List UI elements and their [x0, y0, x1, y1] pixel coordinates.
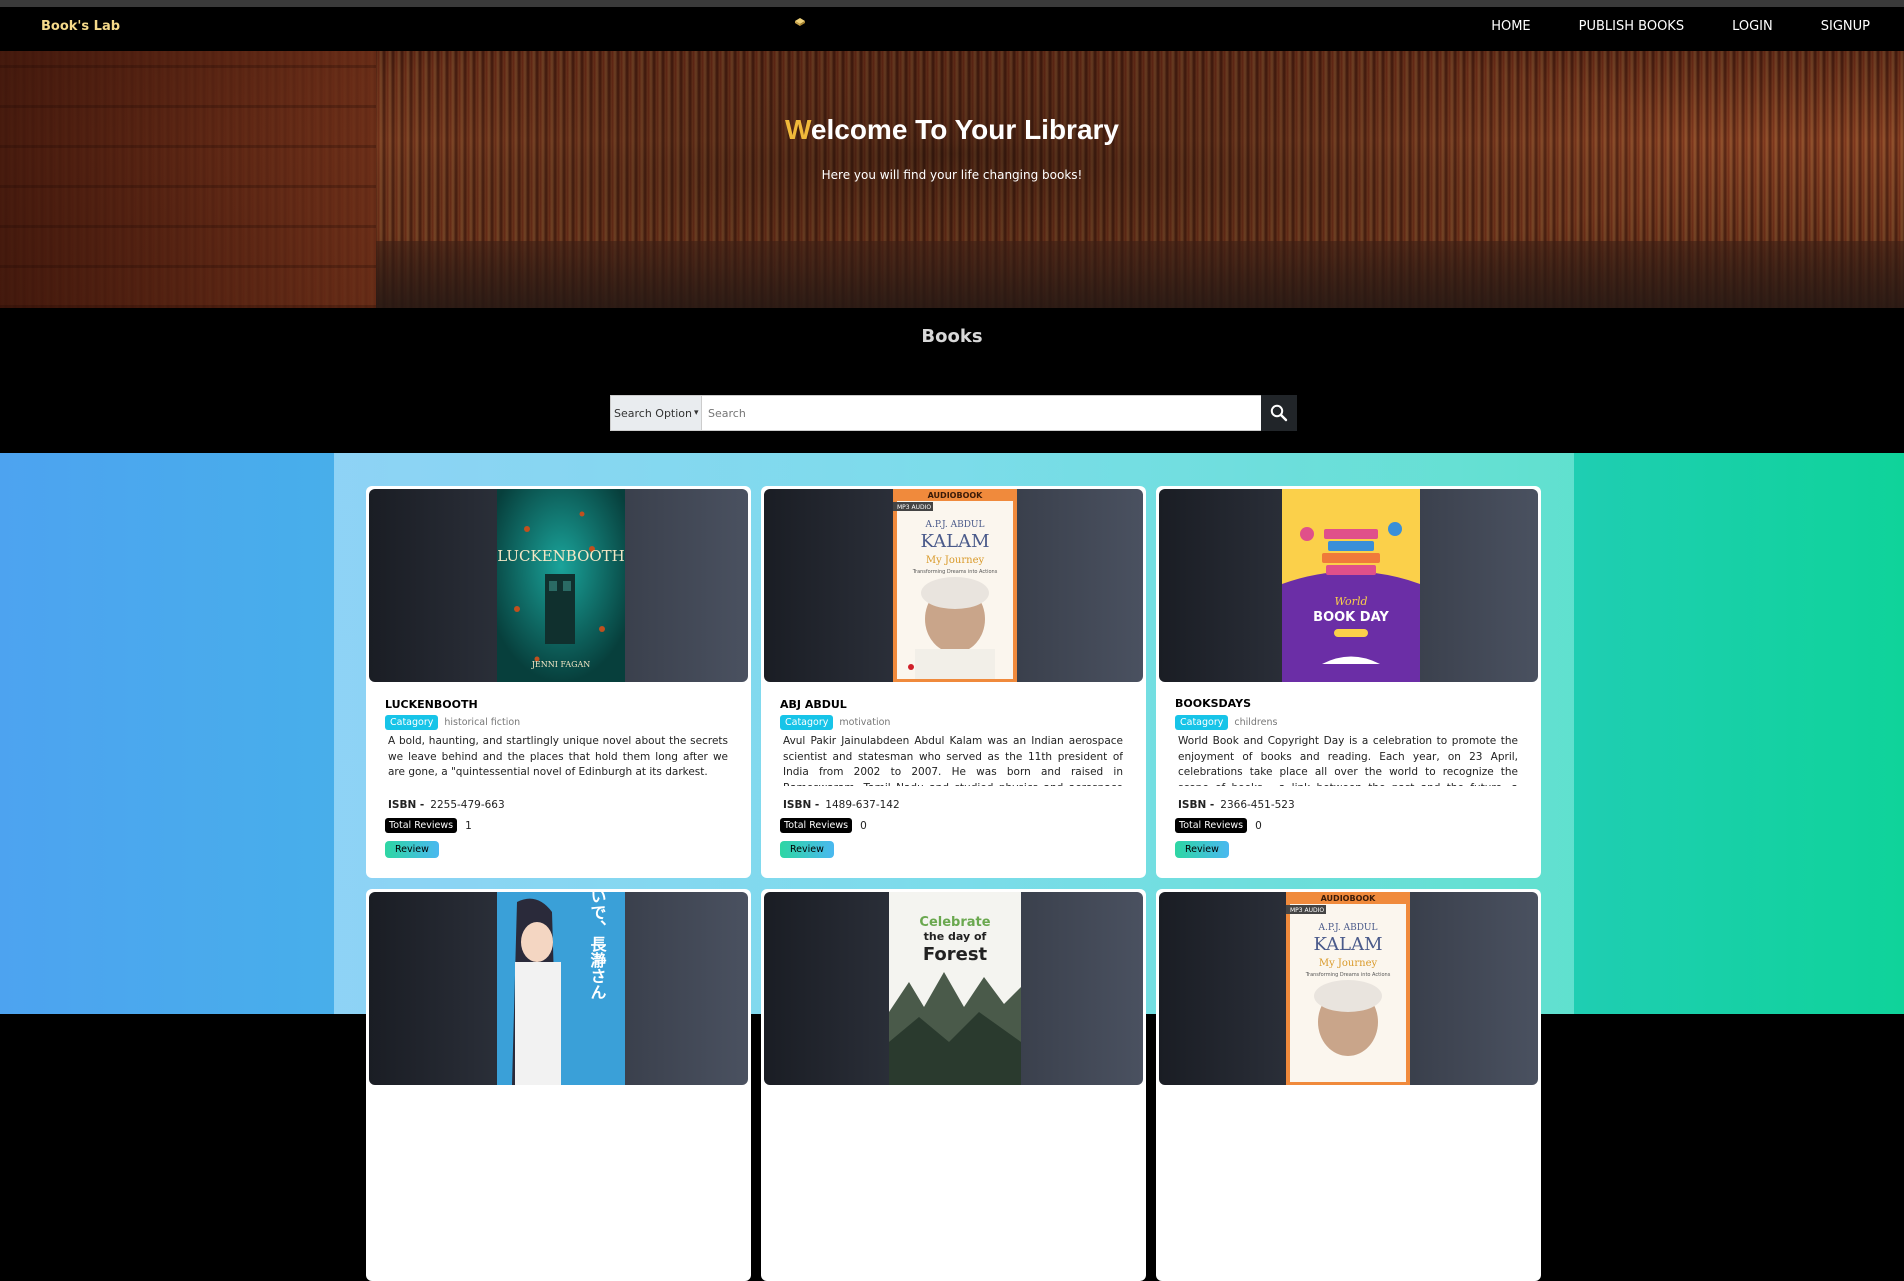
- category-badge: Catagory: [1175, 715, 1229, 730]
- book-card: AUDIOBOOK MP3 AUDIO A.P.J. ABDUL KALAM M…: [761, 486, 1146, 878]
- book-description: World Book and Copyright Day is a celebr…: [1178, 735, 1518, 786]
- category-value: historical fiction: [444, 717, 521, 728]
- isbn-row: ISBN - 2366-451-523: [1178, 799, 1295, 811]
- cover-title: LUCKENBOOTH: [497, 547, 625, 565]
- total-reviews-badge: Total Reviews: [385, 818, 458, 833]
- cover-title: My Journey: [926, 555, 985, 566]
- total-reviews-count: 0: [860, 819, 867, 832]
- hero-title-rest: elcome To Your Library: [810, 114, 1119, 145]
- hero-title: Welcome To Your Library: [0, 114, 1904, 146]
- cover-subtitle: Transforming Dreams into Actions: [912, 569, 998, 575]
- cover-line1: World: [1335, 595, 1368, 608]
- total-reviews-count: 0: [1255, 819, 1262, 832]
- cover-name: KALAM: [920, 531, 989, 552]
- hero-subtitle: Here you will find your life changing bo…: [821, 168, 1083, 182]
- book-cover-forest: Celebrate the day of Forest: [889, 892, 1021, 1085]
- search-option-select[interactable]: Search Option ▾: [610, 395, 702, 431]
- cover-banner: AUDIOBOOK: [928, 491, 984, 500]
- cover-name: KALAM: [1313, 934, 1382, 955]
- cover-subtitle: Transforming Dreams into Actions: [1305, 972, 1391, 978]
- category-badge: Catagory: [385, 715, 439, 730]
- book-card: LUCKENBOOTH JENNI FAGAN LUCKENBOOTH Cata…: [366, 486, 751, 878]
- book-cover-frame: AUDIOBOOK MP3 AUDIO A.P.J. ABDUL KALAM M…: [764, 489, 1143, 682]
- cover-line3: Forest: [923, 944, 988, 965]
- nav-home[interactable]: HOME: [1491, 19, 1530, 34]
- cover-author: JENNI FAGAN: [531, 660, 591, 669]
- cover-line2: BOOK DAY: [1313, 610, 1389, 625]
- category-row: Catagory childrens: [1175, 715, 1277, 730]
- search-input[interactable]: [702, 395, 1261, 431]
- review-button[interactable]: Review: [780, 841, 834, 858]
- cover-banner: AUDIOBOOK: [1321, 894, 1377, 903]
- review-button[interactable]: Review: [385, 841, 439, 858]
- book-cover-frame: イジらないで、長瀞さん: [369, 892, 748, 1085]
- chevron-down-icon: ▾: [694, 408, 699, 418]
- search-icon: [1270, 404, 1288, 422]
- cover-tag: MP3 AUDIO: [897, 504, 931, 511]
- hero-title-first-letter: W: [784, 114, 811, 145]
- top-strip: [0, 0, 1904, 7]
- cover-tag: MP3 AUDIO: [1290, 907, 1324, 914]
- book-title: BOOKSDAYS: [1175, 697, 1252, 710]
- book-icon: [795, 18, 805, 26]
- isbn-value: 2366-451-523: [1220, 799, 1295, 811]
- isbn-value: 2255-479-663: [430, 799, 505, 811]
- book-cover-world-book-day: World BOOK DAY: [1282, 489, 1420, 682]
- category-value: motivation: [839, 717, 891, 728]
- book-card: AUDIOBOOK MP3 AUDIO A.P.J. ABDUL KALAM M…: [1156, 889, 1541, 1281]
- isbn-label: ISBN -: [1178, 799, 1215, 811]
- cover-title: My Journey: [1319, 958, 1378, 969]
- total-reviews-badge: Total Reviews: [1175, 818, 1248, 833]
- search-bar: Search Option ▾: [610, 395, 1297, 431]
- total-reviews-count: 1: [465, 819, 472, 832]
- isbn-label: ISBN -: [388, 799, 425, 811]
- book-description: A bold, haunting, and startlingly unique…: [388, 735, 728, 779]
- book-title: LUCKENBOOTH: [385, 698, 478, 711]
- book-title: ABJ ABDUL: [780, 698, 847, 711]
- book-card: Celebrate the day of Forest: [761, 889, 1146, 1281]
- cover-line1: Celebrate: [919, 915, 990, 930]
- navbar: Book's Lab HOME PUBLISH BOOKS LOGIN SIGN…: [0, 7, 1904, 51]
- book-cover-frame: Celebrate the day of Forest: [764, 892, 1143, 1085]
- books-heading: Books: [921, 326, 983, 347]
- brand-logo[interactable]: Book's Lab: [41, 19, 120, 34]
- category-row: Catagory motivation: [780, 715, 890, 730]
- nav-publish-books[interactable]: PUBLISH BOOKS: [1579, 19, 1684, 34]
- book-cover-kalam: AUDIOBOOK MP3 AUDIO A.P.J. ABDUL KALAM M…: [1286, 892, 1410, 1085]
- book-cover-frame: LUCKENBOOTH JENNI FAGAN: [369, 489, 748, 682]
- reviews-row: Total Reviews 0: [780, 818, 867, 833]
- nav-signup[interactable]: SIGNUP: [1821, 19, 1870, 34]
- reviews-row: Total Reviews 1: [385, 818, 472, 833]
- isbn-row: ISBN - 1489-637-142: [783, 799, 900, 811]
- search-button[interactable]: [1261, 395, 1297, 431]
- category-value: childrens: [1234, 717, 1278, 728]
- hero-library-floor: [376, 241, 1904, 308]
- book-cover-manga: イジらないで、長瀞さん: [497, 892, 625, 1085]
- category-row: Catagory historical fiction: [385, 715, 520, 730]
- category-badge: Catagory: [780, 715, 834, 730]
- nav-links: HOME PUBLISH BOOKS LOGIN SIGNUP: [1443, 19, 1870, 34]
- book-cover-frame: AUDIOBOOK MP3 AUDIO A.P.J. ABDUL KALAM M…: [1159, 892, 1538, 1085]
- book-cover-frame: World BOOK DAY: [1159, 489, 1538, 682]
- cover-text: イジらないで、長瀞さん: [588, 892, 607, 1000]
- isbn-label: ISBN -: [783, 799, 820, 811]
- book-cover-kalam: AUDIOBOOK MP3 AUDIO A.P.J. ABDUL KALAM M…: [893, 489, 1017, 682]
- book-cover-luckenbooth: LUCKENBOOTH JENNI FAGAN: [497, 489, 625, 682]
- cover-line2: the day of: [924, 930, 987, 943]
- book-card: World BOOK DAY BOOKSDAYS Catagory childr…: [1156, 486, 1541, 878]
- book-description: Avul Pakir Jainulabdeen Abdul Kalam was …: [783, 735, 1123, 786]
- cover-author: A.P.J. ABDUL: [1318, 923, 1378, 933]
- isbn-value: 1489-637-142: [825, 799, 900, 811]
- book-card: イジらないで、長瀞さん: [366, 889, 751, 1281]
- review-button[interactable]: Review: [1175, 841, 1229, 858]
- total-reviews-badge: Total Reviews: [780, 818, 853, 833]
- reviews-row: Total Reviews 0: [1175, 818, 1262, 833]
- cover-author: A.P.J. ABDUL: [925, 520, 985, 530]
- isbn-row: ISBN - 2255-479-663: [388, 799, 505, 811]
- nav-login[interactable]: LOGIN: [1732, 19, 1773, 34]
- search-option-label: Search Option: [614, 406, 692, 420]
